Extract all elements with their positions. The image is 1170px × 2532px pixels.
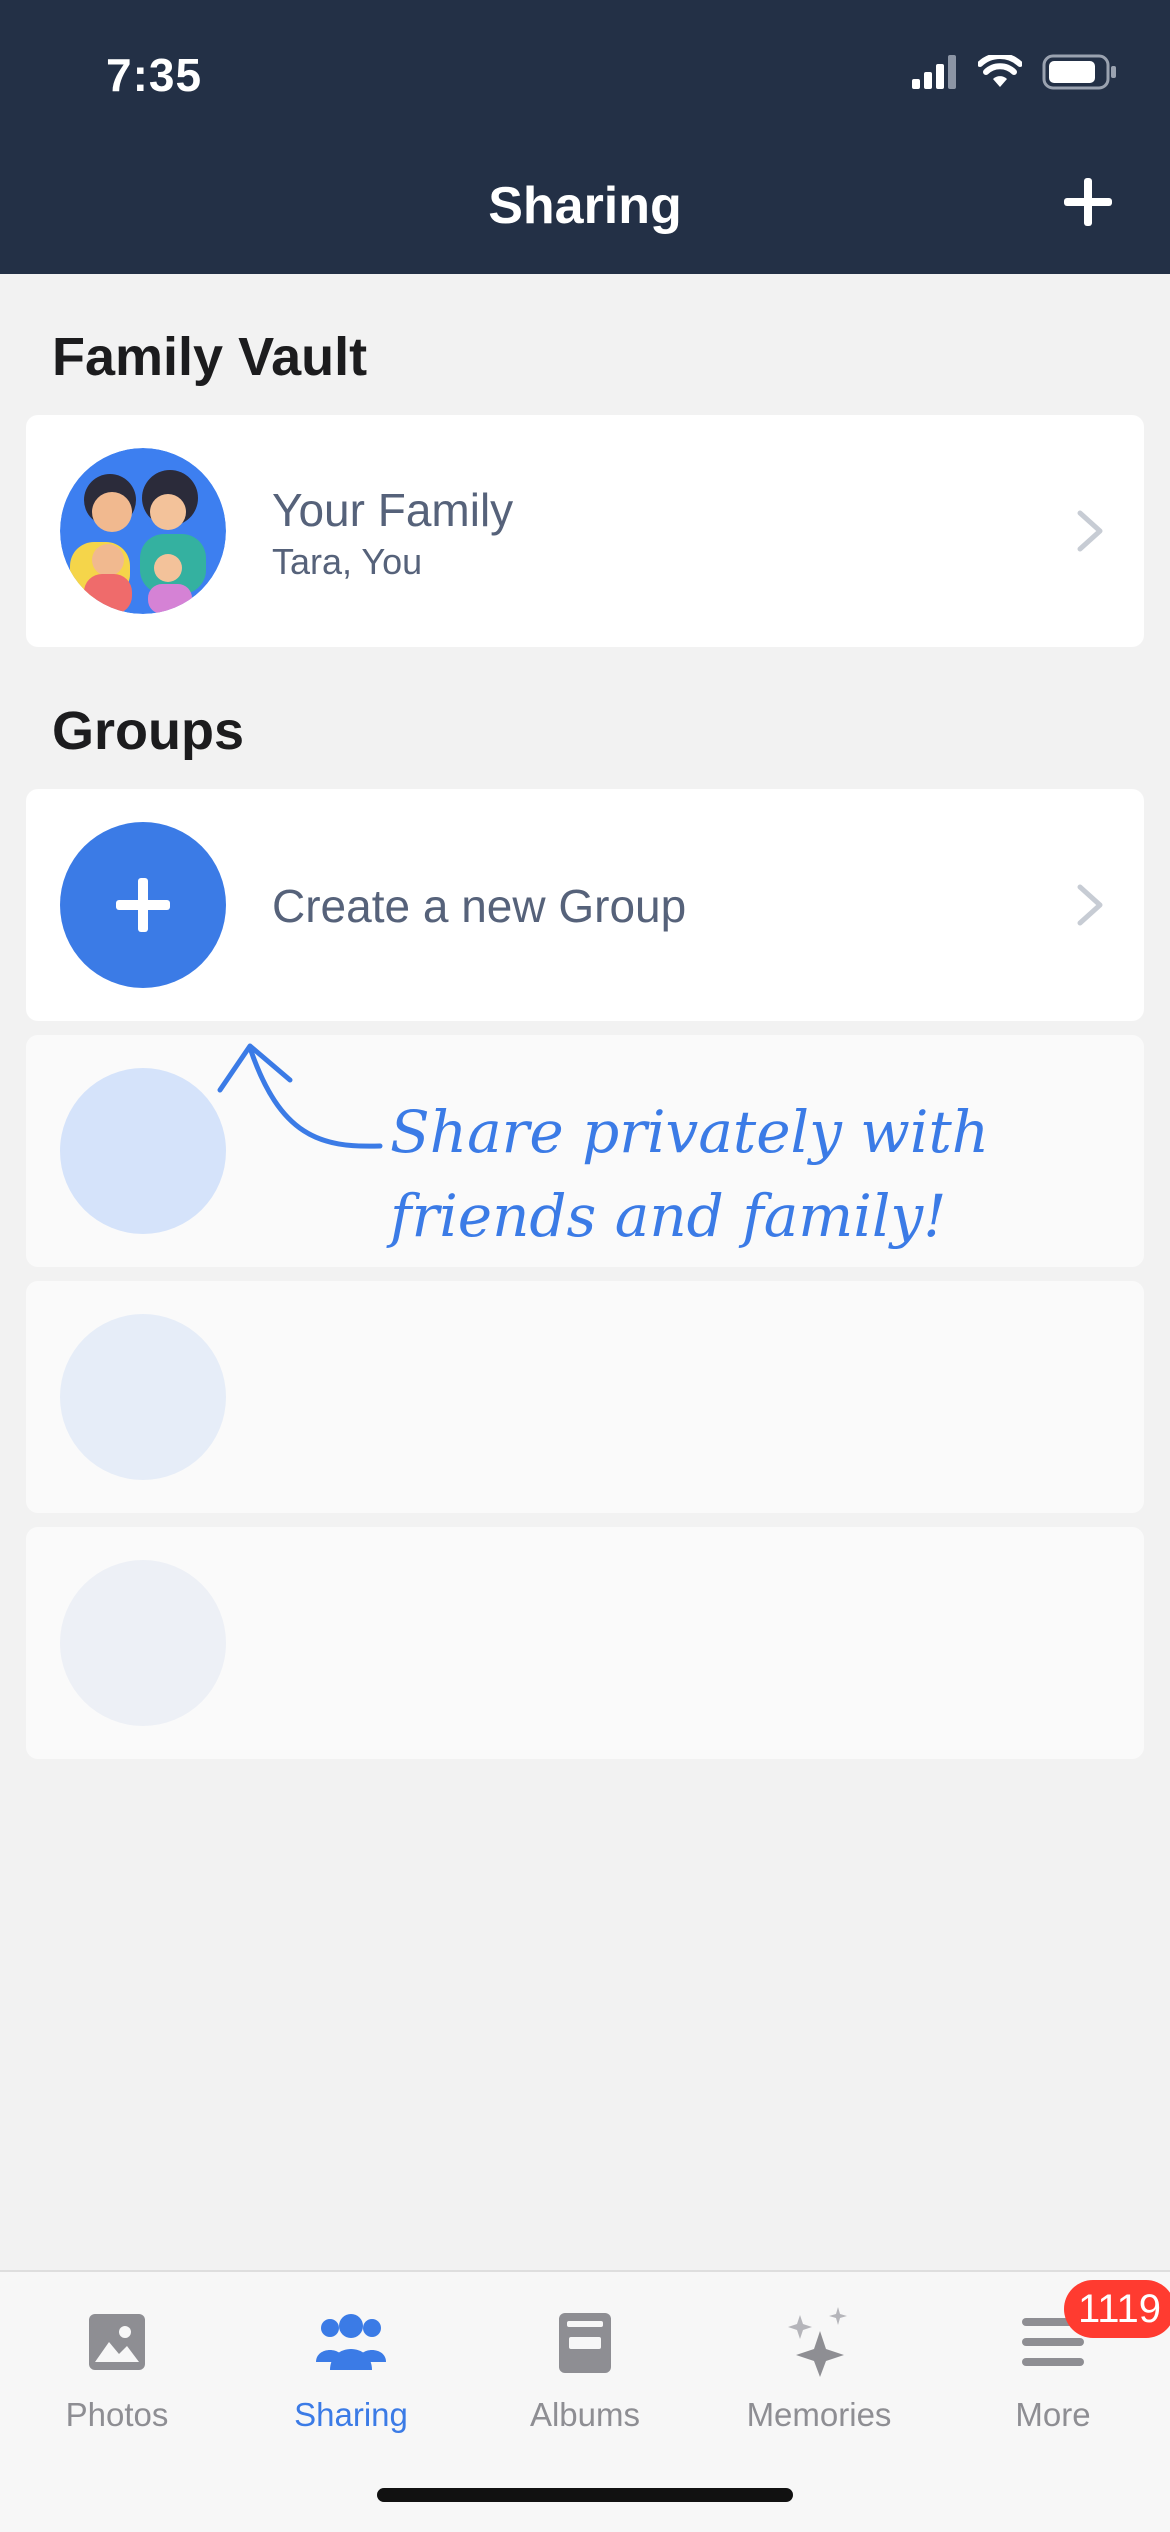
groups-heading: Groups	[52, 701, 245, 761]
create-group-label: Create a new Group	[272, 880, 687, 932]
tab-label: Photos	[65, 2396, 169, 2433]
battery-icon	[1042, 54, 1116, 90]
wifi-icon	[978, 55, 1022, 87]
home-indicator[interactable]	[377, 2488, 793, 2502]
sharing-screen: 7:35 Sharing Family Vault Your Family Ta…	[0, 0, 1170, 2532]
album-icon	[559, 2313, 611, 2373]
create-group-avatar	[60, 822, 226, 988]
family-card-members: Tara, You	[272, 541, 423, 582]
people-icon	[316, 2314, 386, 2370]
tab-memories[interactable]: Memories	[702, 2302, 936, 2434]
family-vault-heading: Family Vault	[52, 327, 368, 387]
status-icons	[912, 52, 1118, 92]
notification-badge: 1119	[1064, 2280, 1170, 2338]
page-title: Sharing	[488, 177, 682, 235]
tab-more[interactable]: More 1119	[936, 2280, 1170, 2434]
placeholder-avatar	[60, 1068, 226, 1234]
tab-photos[interactable]: Photos	[0, 2302, 234, 2434]
plus-icon	[116, 878, 170, 932]
chevron-right-icon	[1077, 884, 1103, 926]
family-avatar	[60, 448, 226, 614]
placeholder-avatar	[60, 1560, 226, 1726]
hint-arrow-icon	[217, 1043, 383, 1149]
placeholder-group-card	[26, 1281, 1144, 1513]
tab-label: Albums	[529, 2396, 641, 2433]
placeholder-avatar	[60, 1314, 226, 1480]
family-card-title: Your Family	[272, 484, 514, 536]
create-group-card[interactable]: Create a new Group	[26, 789, 1144, 1021]
add-icon[interactable]	[1058, 172, 1118, 232]
tab-label: Sharing	[294, 2396, 408, 2433]
share-hint-text: Share privately with friends and family!	[390, 1098, 990, 1250]
tab-label: More	[1015, 2396, 1091, 2433]
signal-icon	[912, 55, 956, 89]
nav-header: 7:35 Sharing	[0, 0, 1170, 274]
placeholder-group-card	[26, 1527, 1144, 1759]
tab-label: Memories	[746, 2396, 892, 2433]
status-time: 7:35	[106, 49, 203, 101]
photo-icon	[89, 2314, 145, 2370]
family-illustration-icon	[60, 448, 226, 614]
sparkle-icon	[788, 2307, 847, 2377]
tab-albums[interactable]: Albums	[468, 2302, 702, 2434]
tab-sharing[interactable]: Sharing	[234, 2302, 468, 2434]
chevron-right-icon	[1077, 510, 1103, 552]
family-vault-card[interactable]: Your Family Tara, You	[26, 415, 1144, 647]
